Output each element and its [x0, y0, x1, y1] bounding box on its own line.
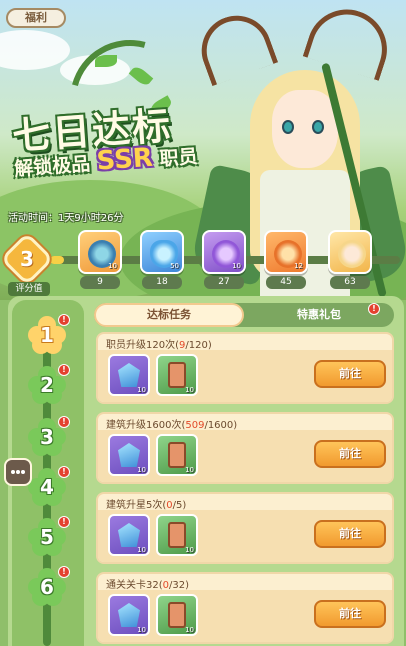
score-progress-fill [50, 256, 64, 264]
task-card: 职员升级120次(9/120) 10 10 前往 [96, 332, 394, 404]
reward-qty: 10 [108, 262, 117, 270]
tab-tasks[interactable]: 达标任务 [94, 303, 244, 327]
day-tab-2[interactable]: 2 ! [28, 364, 70, 404]
reward-threshold: 27 [204, 276, 244, 289]
milestone-reward[interactable]: 12 45 [264, 230, 308, 290]
gem-icon [118, 363, 140, 387]
alert-badge: ! [368, 303, 380, 315]
alert-badge: ! [58, 364, 70, 376]
gem-icon [118, 523, 140, 547]
gem-icon [118, 443, 140, 467]
card-icon [168, 362, 186, 388]
reward-qty: 10 [232, 262, 241, 270]
task-card: 建筑升星5次(0/5) 10 10 前往 [96, 492, 394, 564]
task-title: 建筑升星5次(0/5) [106, 500, 187, 511]
score-label: 评分值 [8, 282, 50, 296]
reward-frame: 12 [264, 230, 308, 274]
reward-qty: 50 [170, 262, 179, 270]
item-qty: 10 [137, 626, 146, 634]
day-tab-5[interactable]: 5 ! [28, 516, 70, 556]
eye [282, 120, 294, 134]
reward-item[interactable]: 10 [156, 434, 198, 476]
reward-item[interactable]: 10 [108, 354, 150, 396]
item-qty: 10 [137, 546, 146, 554]
go-button[interactable]: 前往 [314, 520, 386, 548]
card-icon [168, 522, 186, 548]
go-button[interactable]: 前往 [314, 440, 386, 468]
alert-badge: ! [58, 516, 70, 528]
subtitle-text: 职员 [158, 145, 199, 171]
task-title: 职员升级120次(9/120) [106, 340, 212, 351]
leaf [95, 55, 117, 67]
reward-item[interactable]: 10 [108, 434, 150, 476]
reward-threshold: 18 [142, 276, 182, 289]
day-tab-1[interactable]: 1 ! [28, 314, 70, 354]
milestone-reward[interactable]: 10 27 [202, 230, 246, 290]
gem-icon [118, 603, 140, 627]
antler [302, 0, 398, 81]
character-portrait-icon [338, 240, 366, 268]
reward-item[interactable]: 10 [108, 594, 150, 636]
milestone-reward[interactable]: 10 9 [78, 230, 122, 290]
score-value: 3 [20, 247, 34, 271]
milestone-reward[interactable]: 63 [328, 230, 372, 290]
item-qty: 10 [185, 466, 194, 474]
chat-icon[interactable] [4, 458, 32, 486]
panel-tabs: 达标任务 特惠礼包 [94, 303, 394, 327]
card-icon [168, 442, 186, 468]
item-qty: 10 [137, 466, 146, 474]
subtitle-ssr: SSR [95, 142, 154, 177]
alert-badge: ! [58, 416, 70, 428]
go-button[interactable]: 前往 [314, 360, 386, 388]
alert-badge: ! [58, 466, 70, 478]
subtitle-text: 解锁极品 [13, 153, 91, 181]
eye [312, 120, 324, 134]
antler [191, 5, 279, 87]
cloud [0, 30, 70, 70]
task-card: 通关关卡32(0/32) 10 10 前往 [96, 572, 394, 644]
day-tab-6[interactable]: 6 ! [28, 566, 70, 606]
reward-item[interactable]: 10 [156, 514, 198, 556]
task-title: 建筑升级1600次(509/1600) [106, 420, 238, 431]
item-qty: 10 [185, 626, 194, 634]
item-qty: 10 [137, 386, 146, 394]
go-button[interactable]: 前往 [314, 600, 386, 628]
card-icon [168, 602, 186, 628]
welfare-tab[interactable]: 福利 [6, 8, 66, 28]
milestone-reward[interactable]: 50 18 [140, 230, 184, 290]
day-tab-4[interactable]: 4 ! [28, 466, 70, 506]
reward-frame: 10 [202, 230, 246, 274]
reward-frame: 10 [78, 230, 122, 274]
reward-item[interactable]: 10 [156, 354, 198, 396]
item-qty: 10 [185, 546, 194, 554]
event-timer: 活动时间：1天9小时26分 [8, 213, 124, 224]
alert-badge: ! [58, 566, 70, 578]
day-tab-3[interactable]: 3 ! [28, 416, 70, 456]
alert-badge: ! [58, 314, 70, 326]
task-title: 通关关卡32(0/32) [106, 580, 190, 591]
reward-threshold: 45 [266, 276, 306, 289]
reward-threshold: 9 [80, 276, 120, 289]
reward-qty: 12 [294, 262, 303, 270]
reward-threshold: 63 [330, 276, 370, 289]
reward-frame [328, 230, 372, 274]
task-card: 建筑升级1600次(509/1600) 10 10 前往 [96, 412, 394, 484]
item-qty: 10 [185, 386, 194, 394]
reward-item[interactable]: 10 [156, 594, 198, 636]
reward-frame: 50 [140, 230, 184, 274]
reward-item[interactable]: 10 [108, 514, 150, 556]
